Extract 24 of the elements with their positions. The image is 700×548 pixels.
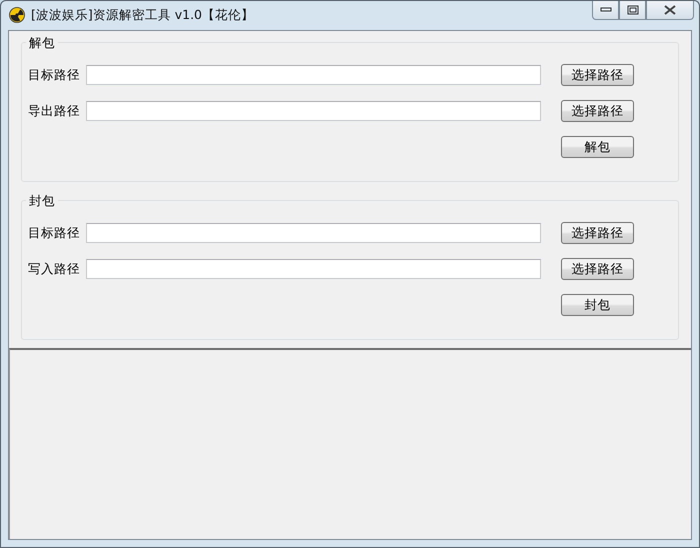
group-title: 封包 <box>26 193 58 210</box>
action-button[interactable]: 封包 <box>561 294 634 316</box>
browse-button[interactable]: 选择路径 <box>561 258 634 280</box>
path-field[interactable] <box>86 101 541 121</box>
maximize-button[interactable] <box>619 1 646 20</box>
path-field[interactable] <box>86 223 541 243</box>
field-label: 目标路径 <box>28 224 81 242</box>
minimize-button[interactable] <box>592 1 619 20</box>
group-title: 解包 <box>26 35 58 52</box>
radiation-icon <box>9 7 25 23</box>
field-label: 目标路径 <box>28 66 81 84</box>
maximize-icon <box>626 5 638 15</box>
field-label: 写入路径 <box>28 260 81 278</box>
close-button[interactable] <box>646 1 694 20</box>
close-icon <box>663 5 677 15</box>
browse-button[interactable]: 选择路径 <box>561 100 634 122</box>
action-button[interactable]: 解包 <box>561 136 634 158</box>
browse-button[interactable]: 选择路径 <box>561 222 634 244</box>
window-title: [波波娱乐]资源解密工具 v1.0【花伦】 <box>31 7 254 24</box>
field-label: 导出路径 <box>28 102 81 120</box>
browse-button[interactable]: 选择路径 <box>561 64 634 86</box>
path-field[interactable] <box>86 259 541 279</box>
path-field[interactable] <box>86 65 541 85</box>
minimize-icon <box>600 7 612 13</box>
